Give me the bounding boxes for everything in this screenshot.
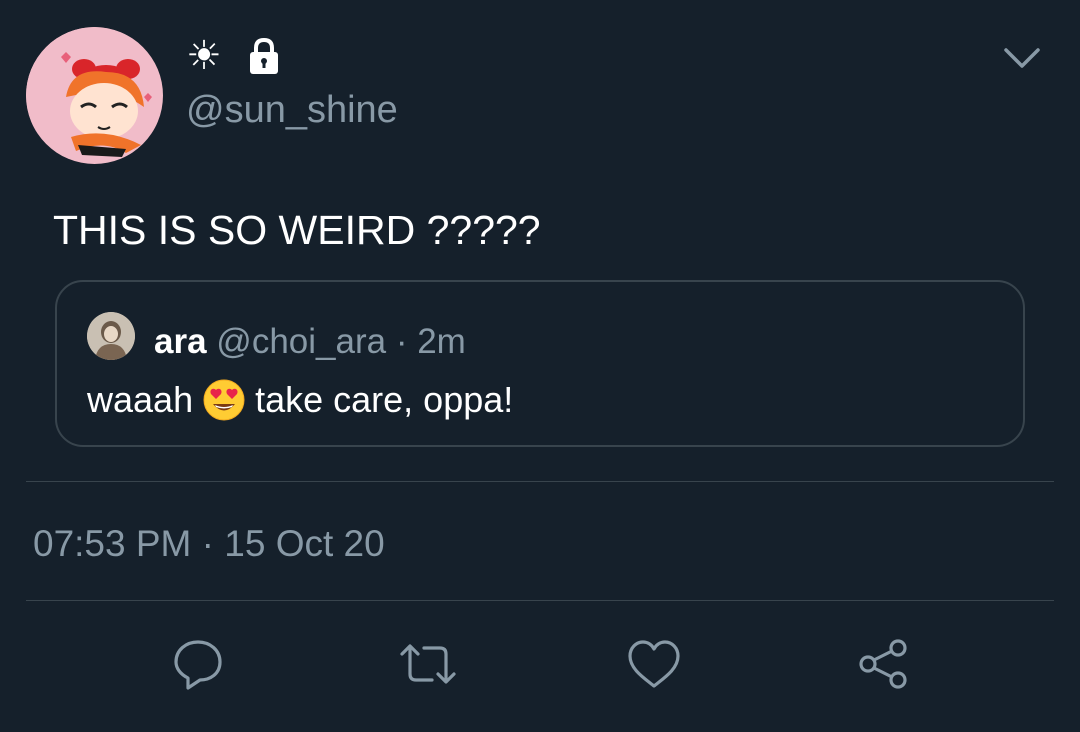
quoted-header: ara @choi_ara · 2m: [154, 320, 466, 364]
chevron-down-icon[interactable]: [1000, 40, 1044, 80]
author-handle[interactable]: @sun_shine: [186, 88, 398, 132]
quoted-avatar-image: [87, 312, 135, 360]
tweet-time: 07:53 PM: [33, 523, 192, 564]
quoted-tweet-card[interactable]: ara @choi_ara · 2m waaah take care, oppa…: [55, 280, 1025, 447]
divider-top: [26, 481, 1054, 482]
quoted-author-handle: @choi_ara: [216, 322, 387, 361]
quoted-author-avatar[interactable]: [87, 312, 135, 360]
tweet-detail: ☀ @sun_shine THIS IS SO WEIRD ????? ara …: [0, 0, 1080, 732]
quoted-author-name: ara: [154, 322, 207, 361]
quoted-text-before: waaah: [87, 379, 194, 420]
quoted-separator: ·: [386, 322, 418, 361]
author-avatar[interactable]: [26, 27, 163, 164]
author-display-name[interactable]: ☀: [186, 34, 222, 78]
share-icon[interactable]: [856, 636, 912, 692]
like-icon[interactable]: [626, 636, 682, 692]
tweet-timestamp[interactable]: 07:53 PM · 15 Oct 20: [33, 521, 385, 567]
author-name-row: ☀: [186, 34, 284, 78]
heart-eyes-emoji-icon: [203, 379, 245, 421]
timestamp-separator: ·: [191, 523, 225, 564]
quoted-tweet-text: waaah take care, oppa!: [87, 376, 513, 424]
tweet-date: 15 Oct 20: [224, 523, 385, 564]
quoted-text-after: take care, oppa!: [255, 379, 514, 420]
retweet-icon[interactable]: [398, 636, 456, 692]
lock-icon: [244, 36, 284, 76]
reply-icon[interactable]: [170, 636, 226, 692]
quoted-time: 2m: [417, 322, 466, 361]
divider-bottom: [26, 600, 1054, 601]
tweet-text: THIS IS SO WEIRD ?????: [53, 207, 541, 253]
blossom-avatar-image: [26, 27, 162, 163]
